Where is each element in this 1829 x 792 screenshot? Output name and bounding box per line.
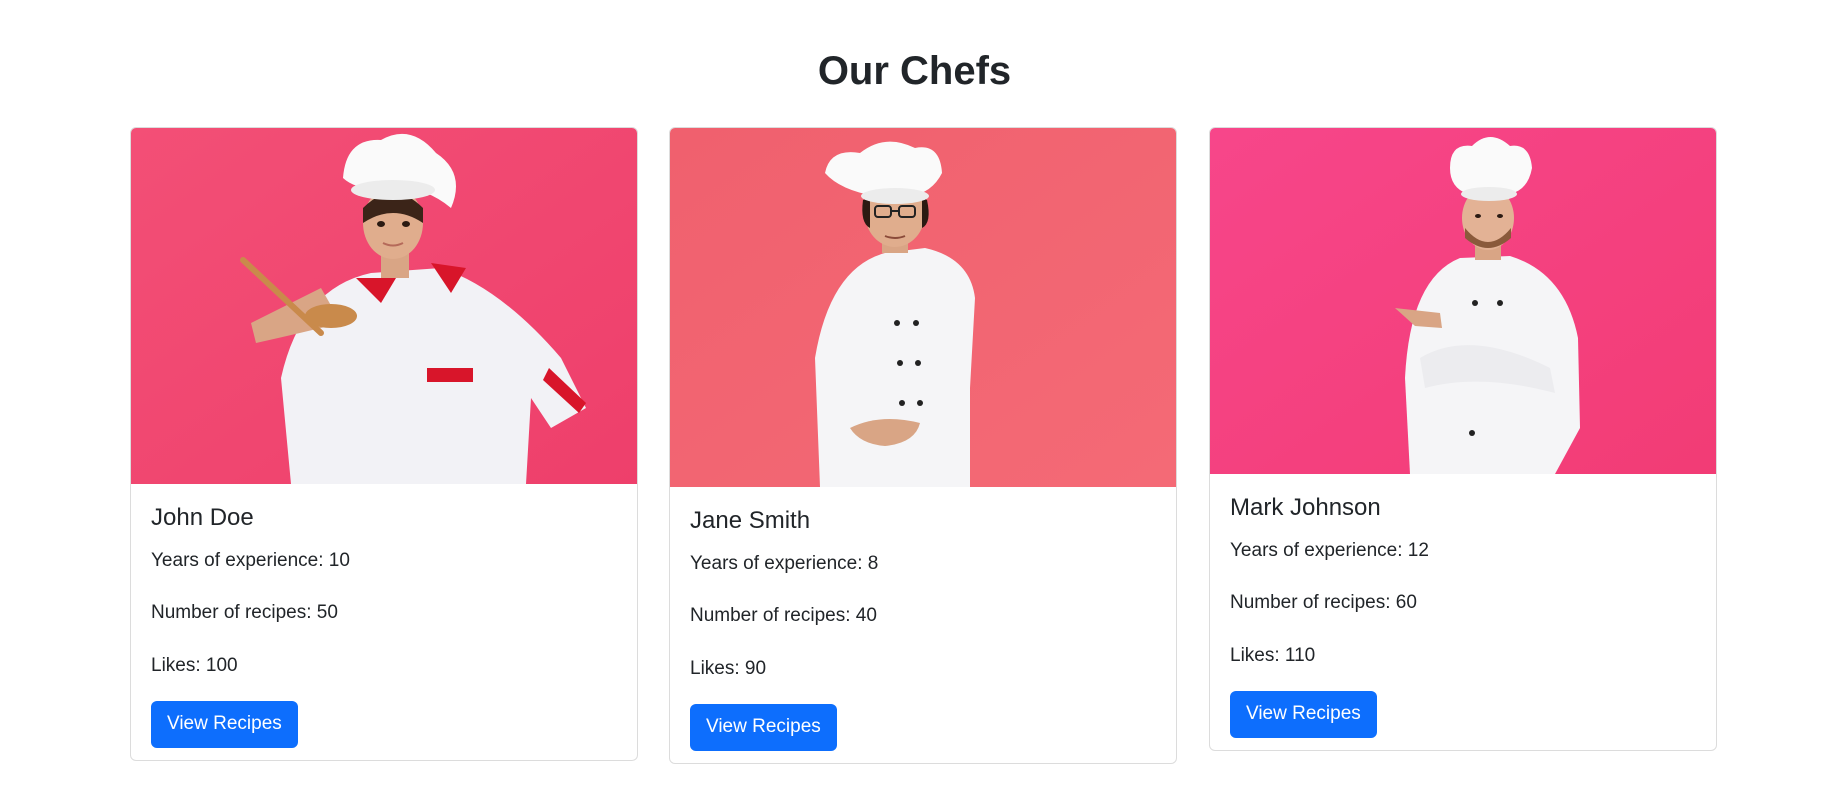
page: Our Chefs John Doe Years of experience: … [0, 0, 1829, 792]
chef-card-body: Jane Smith Years of experience: 8 Number… [670, 487, 1176, 751]
chef-card: Jane Smith Years of experience: 8 Number… [669, 127, 1177, 764]
chef-card: John Doe Years of experience: 10 Number … [130, 127, 638, 761]
chef-card-body: Mark Johnson Years of experience: 12 Num… [1210, 474, 1716, 738]
view-recipes-button[interactable]: View Recipes [151, 700, 298, 748]
chef-experience: Years of experience: 8 [690, 552, 879, 574]
chef-recipes: Number of recipes: 40 [690, 605, 877, 627]
chef-name: Mark Johnson [1230, 494, 1381, 521]
page-title: Our Chefs [817, 49, 1012, 93]
chef-likes: Likes: 100 [151, 655, 238, 677]
chef-photo [670, 128, 1176, 487]
chef-name: Jane Smith [690, 507, 811, 534]
view-recipes-button[interactable]: View Recipes [690, 703, 837, 751]
chef-recipes: Number of recipes: 50 [151, 602, 338, 624]
chef-likes: Likes: 110 [1230, 645, 1316, 667]
view-recipes-button[interactable]: View Recipes [1230, 690, 1377, 738]
chef-name: John Doe [151, 504, 254, 531]
chef-photo [1210, 128, 1716, 474]
chef-likes: Likes: 90 [690, 658, 767, 680]
chef-photo [131, 128, 637, 484]
chef-experience: Years of experience: 10 [151, 549, 350, 571]
chef-card-body: John Doe Years of experience: 10 Number … [131, 484, 637, 748]
chef-card: Mark Johnson Years of experience: 12 Num… [1209, 127, 1717, 751]
chef-recipes: Number of recipes: 60 [1230, 592, 1417, 614]
chef-experience: Years of experience: 12 [1230, 539, 1429, 561]
